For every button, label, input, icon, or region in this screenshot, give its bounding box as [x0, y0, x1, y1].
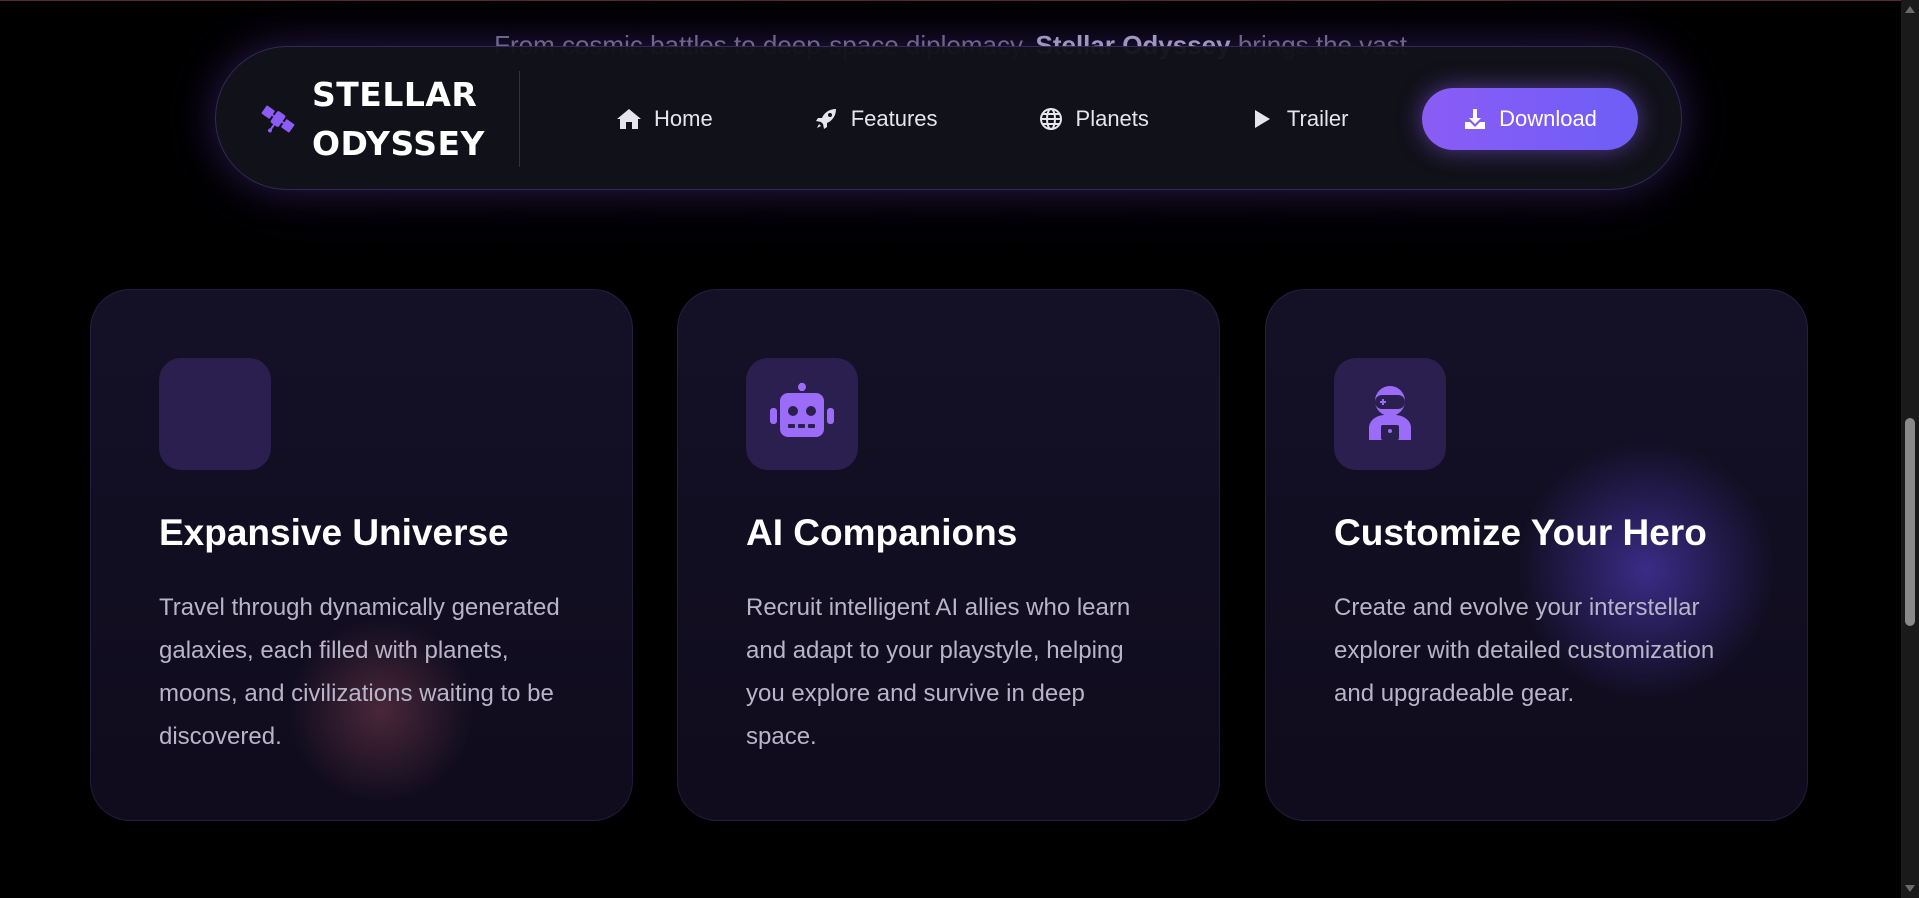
robot-icon — [768, 382, 836, 446]
scroll-up-arrow-icon[interactable] — [1905, 6, 1915, 13]
scroll-down-arrow-icon[interactable] — [1905, 885, 1915, 892]
feature-card-ai-companions: AI Companions Recruit intelligent AI all… — [677, 289, 1220, 821]
card-title: AI Companions — [746, 512, 1018, 553]
card-description: Recruit intelligent AI allies who learn … — [746, 594, 1131, 750]
brand-line1: STELLAR — [312, 75, 478, 114]
nav-divider — [519, 71, 520, 167]
feature-card-expansive-universe: Expansive Universe Travel through dynami… — [90, 289, 633, 821]
download-icon — [1463, 106, 1489, 132]
card-description: Travel through dynamically generated gal… — [159, 594, 560, 750]
card-title: Expansive Universe — [159, 512, 509, 553]
home-icon — [616, 106, 642, 132]
globe-icon — [1038, 106, 1064, 132]
page-viewport: From cosmic battles to deep-space diplom… — [0, 0, 1901, 898]
satellite-icon — [258, 99, 298, 139]
nav-link-planets[interactable]: Planets — [1038, 106, 1149, 132]
nav-link-label: Planets — [1075, 106, 1149, 131]
play-icon — [1249, 106, 1275, 132]
card-description: Create and evolve your interstellar expl… — [1334, 594, 1715, 707]
download-button[interactable]: Download — [1422, 88, 1638, 150]
astronaut-icon — [1365, 384, 1415, 445]
feature-card-customize-hero: Customize Your Hero Create and evolve yo… — [1265, 289, 1808, 821]
nav-link-label: Features — [850, 106, 938, 131]
brand-logo[interactable]: STELLAR ODYSSEY — [258, 70, 485, 168]
nav-link-label: Home — [654, 106, 713, 131]
vertical-scrollbar[interactable] — [1901, 0, 1919, 898]
rocket-icon — [813, 106, 839, 132]
download-label: Download — [1499, 106, 1597, 131]
nav-link-trailer[interactable]: Trailer — [1249, 106, 1349, 132]
brand-name: STELLAR ODYSSEY — [312, 70, 485, 168]
scroll-thumb[interactable] — [1905, 418, 1915, 626]
top-border — [0, 0, 1901, 1]
nav-link-home[interactable]: Home — [616, 106, 713, 132]
brand-line2: ODYSSEY — [312, 124, 485, 163]
navbar: STELLAR ODYSSEY Home Features Planets Tr… — [215, 46, 1682, 190]
robot-icon-box — [746, 358, 858, 470]
empty-icon — [159, 358, 271, 470]
nav-links: Home Features Planets Trailer — [616, 47, 1348, 191]
card-title: Customize Your Hero — [1334, 512, 1707, 553]
nav-link-features[interactable]: Features — [813, 106, 938, 132]
nav-link-label: Trailer — [1286, 106, 1349, 131]
astronaut-icon-box — [1334, 358, 1446, 470]
